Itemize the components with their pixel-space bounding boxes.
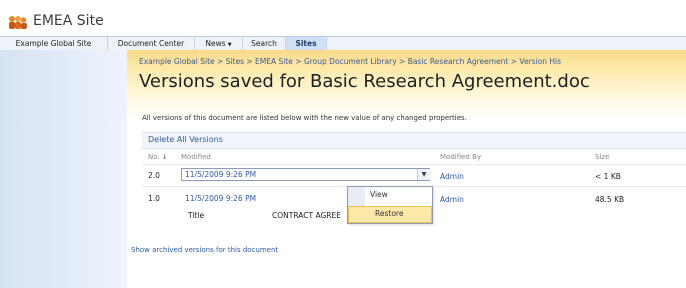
chevron-down-icon: ▼ — [227, 42, 232, 48]
nav-item-example-global-site[interactable]: Example Global Site — [0, 37, 108, 50]
version-size: < 1 KB — [595, 172, 621, 181]
header-no-label: No. — [148, 153, 160, 161]
version-toolbar — [142, 132, 686, 149]
version-modified-link[interactable]: 11/5/2009 9:26 PM — [185, 194, 256, 203]
column-header-modified-by[interactable]: Modified By — [440, 153, 481, 161]
top-nav-bar: Example Global Site Document Center News… — [0, 36, 686, 51]
column-header-modified[interactable]: Modified — [181, 153, 211, 161]
people-logo-icon — [9, 16, 27, 29]
nav-label: News — [205, 39, 226, 48]
column-header-size[interactable]: Size — [595, 153, 609, 161]
left-quick-launch-panel — [0, 50, 127, 288]
nav-item-document-center[interactable]: Document Center — [108, 37, 195, 50]
modified-by-link[interactable]: Admin — [440, 195, 464, 204]
property-value: CONTRACT AGREE — [272, 211, 341, 220]
nav-item-search[interactable]: Search — [243, 37, 286, 50]
site-title[interactable]: EMEA Site — [33, 13, 104, 29]
version-size: 48.5 KB — [595, 195, 625, 204]
version-number: 1.0 — [148, 194, 160, 203]
show-archived-versions-link[interactable]: Show archived versions for this document — [131, 246, 278, 254]
delete-all-versions-button[interactable]: Delete All Versions — [148, 134, 223, 146]
dropdown-arrow-icon[interactable]: ▼ — [417, 169, 430, 180]
nav-label: Sites — [295, 39, 317, 48]
nav-item-sites[interactable]: Sites — [286, 37, 327, 50]
header-divider — [142, 164, 686, 165]
nav-label: Search — [251, 39, 277, 48]
modified-by-link[interactable]: Admin — [440, 172, 464, 181]
version-modified-link[interactable]: 11/5/2009 9:26 PM — [185, 170, 256, 179]
page-description: All versions of this document are listed… — [142, 114, 467, 122]
nav-label: Example Global Site — [15, 39, 92, 48]
menu-item-view[interactable]: View — [370, 190, 388, 199]
property-name: Title — [188, 211, 205, 220]
column-header-no[interactable]: No. ↓ — [148, 153, 168, 161]
nav-label: Document Center — [117, 39, 185, 48]
page-title: Versions saved for Basic Research Agreem… — [139, 71, 590, 92]
nav-item-news[interactable]: News ▼ — [195, 37, 243, 50]
breadcrumb[interactable]: Example Global Site > Sites > EMEA Site … — [139, 57, 686, 66]
version-number: 2.0 — [148, 171, 160, 180]
menu-item-restore[interactable]: Restore — [375, 209, 403, 218]
sort-arrow-icon: ↓ — [161, 153, 168, 161]
